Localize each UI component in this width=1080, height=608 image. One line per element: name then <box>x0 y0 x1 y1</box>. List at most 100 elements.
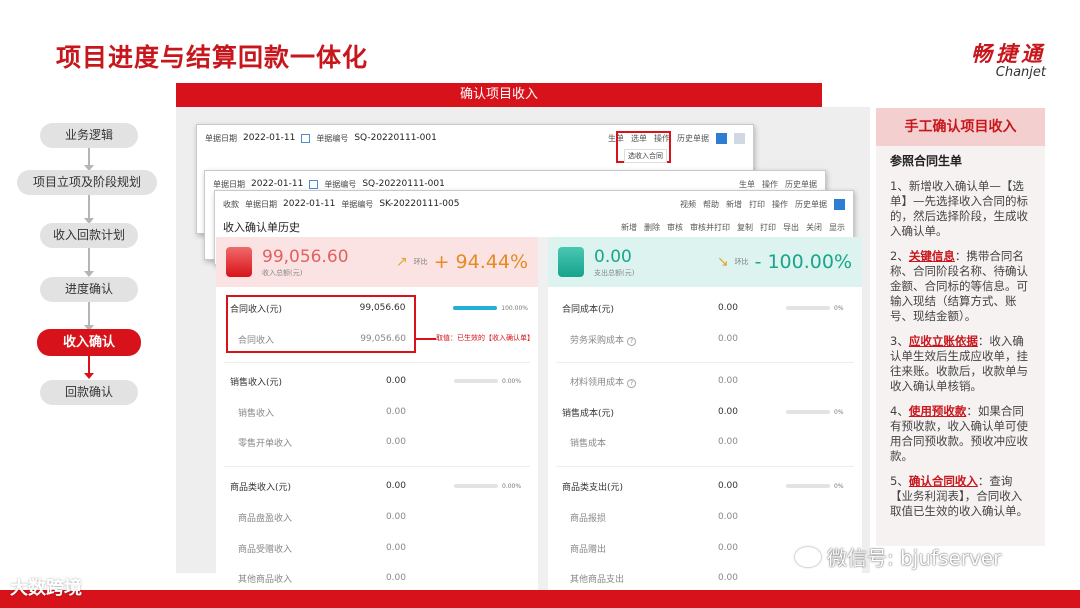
flow-step-income-confirm: 收入确认 <box>37 329 141 356</box>
metric-subrow: 商品盘盈收入 0.00 <box>230 510 528 524</box>
toolbar-print[interactable]: 打印 <box>760 222 776 233</box>
metric-subrow: 其他商品收入 0.00 <box>230 571 528 585</box>
watermark-left: 大数跨境 <box>10 578 82 599</box>
video-button[interactable]: 视频 <box>680 199 696 210</box>
toolbar-new[interactable]: 新增 <box>621 222 637 233</box>
help-icon[interactable]: ? <box>627 378 637 388</box>
grid-icon[interactable] <box>734 132 745 144</box>
metric-amount: 0.00 <box>385 481 406 491</box>
metric-subrow: 其他商品支出 0.00 <box>562 571 852 585</box>
progress-bar <box>786 410 830 414</box>
metric-amount: 0.00 <box>717 481 738 491</box>
print-button[interactable]: 打印 <box>749 199 765 210</box>
layout-icon[interactable] <box>716 132 727 144</box>
metric-amount: 0.00 <box>717 512 738 522</box>
action-button[interactable]: 操作 <box>772 199 788 210</box>
date-value[interactable]: 2022-01-11 <box>251 179 303 189</box>
progress-bar <box>453 306 498 310</box>
layout-icon[interactable] <box>834 198 845 210</box>
metric-amount: 0.00 <box>717 407 738 417</box>
trend-up-icon: ↗ <box>395 254 408 270</box>
income-database-icon <box>226 247 252 277</box>
toolbar-copy[interactable]: 复制 <box>737 222 753 233</box>
tab-receipt[interactable]: 收款 <box>223 199 239 210</box>
toolbar-delete[interactable]: 删除 <box>644 222 660 233</box>
expense-trend-value: - 100.00% <box>754 251 852 273</box>
metric-amount: 0.00 <box>717 543 738 553</box>
income-trend-value: + 94.44% <box>433 251 528 273</box>
date-value[interactable]: 2022-01-11 <box>243 133 295 143</box>
brand-logo: 畅捷通 Chanjet <box>971 38 1046 80</box>
expense-database-icon <box>558 247 584 277</box>
toolbar-export[interactable]: 导出 <box>783 222 799 233</box>
metric-amount: 0.00 <box>717 376 738 386</box>
help-button[interactable]: 帮助 <box>703 199 719 210</box>
progress-percent: 0% <box>834 408 844 416</box>
metric-amount: 0.00 <box>717 334 738 344</box>
date-label: 单据日期 <box>213 179 245 189</box>
metric-amount: 0.00 <box>385 376 406 386</box>
code-value: SK-20220111-005 <box>379 199 460 209</box>
metric-subrow: 零售开单收入 0.00 <box>230 435 528 449</box>
calendar-icon[interactable] <box>301 133 311 143</box>
metric-name: 销售成本(元) <box>562 408 615 419</box>
generate-button[interactable]: 生单 <box>739 179 755 190</box>
toolbar-audit[interactable]: 审核 <box>667 222 683 233</box>
date-label: 单据日期 <box>205 133 237 143</box>
metric-row: 销售收入(元) 0.00 0.00% <box>230 374 528 388</box>
info-keyword: 确认合同收入 <box>908 474 978 488</box>
contract-income-highlight <box>226 295 416 353</box>
help-icon[interactable]: ? <box>627 336 637 346</box>
info-step-2: 2、关键信息：携带合同名称、合同阶段名称、待确认金额、合同标的等信息。可输入现结… <box>890 249 1028 323</box>
toolbar-close[interactable]: 关闭 <box>806 222 822 233</box>
toolbar-audit-print[interactable]: 审核并打印 <box>690 222 730 233</box>
flow-step-payment-plan: 收入回款计划 <box>40 223 138 248</box>
watermark-text: 微信号: bjufserver <box>827 546 1002 570</box>
info-title: 参照合同生单 <box>890 154 963 168</box>
progress-bar <box>454 484 498 488</box>
metric-name: 商品受赠收入 <box>238 544 293 555</box>
metric-name: 销售成本 <box>570 438 607 449</box>
new-button[interactable]: 新增 <box>726 199 742 210</box>
toolbar-show[interactable]: 显示 <box>829 222 845 233</box>
info-step-5: 5、确认合同收入：查询【业务利润表】，合同收入取值已生效的收入确认单。 <box>890 474 1028 518</box>
expense-card: 0.00 支出总额(元) ↘ 环比 - 100.00% 合同成本(元) 0.00 0… <box>548 237 862 593</box>
expense-trend-label: 环比 <box>734 258 749 266</box>
date-value[interactable]: 2022-01-11 <box>283 199 335 209</box>
metric-name: 零售开单收入 <box>238 438 293 449</box>
flow-step-payment-confirm: 回款确认 <box>40 380 138 405</box>
section-divider <box>556 466 854 467</box>
calendar-icon[interactable] <box>309 179 319 189</box>
code-label: 单据编号 <box>341 199 374 209</box>
code-value: SQ-20220111-001 <box>362 179 445 189</box>
bottom-bar <box>0 590 1080 608</box>
slide-title: 项目进度与结算回款一体化 <box>56 43 369 72</box>
metric-row: 商品类收入(元) 0.00 0.00% <box>230 479 528 493</box>
flow-arrow <box>84 302 94 331</box>
metric-amount: 0.00 <box>385 407 406 417</box>
metric-subrow: 销售成本 0.00 <box>562 435 852 449</box>
history-button[interactable]: 历史单据 <box>795 199 827 210</box>
metric-subrow: 商品报损 0.00 <box>562 510 852 524</box>
metric-amount: 0.00 <box>385 543 406 553</box>
history-button[interactable]: 历史单据 <box>677 133 709 144</box>
metric-name: 材料领用成本? <box>562 375 692 388</box>
metric-subrow: 材料领用成本? 0.00 <box>562 374 852 388</box>
metric-name: 商品报损 <box>570 513 607 524</box>
section-divider <box>224 466 530 467</box>
flow-step-project-setup: 项目立项及阶段规划 <box>17 170 157 195</box>
income-total: 99,056.60 <box>262 246 349 267</box>
progress-percent: 0.00% <box>502 377 522 385</box>
metric-name: 其他商品收入 <box>238 574 293 585</box>
section-divider <box>224 362 530 363</box>
metric-row: 合同成本(元) 0.00 0% <box>562 301 852 315</box>
history-button[interactable]: 历史单据 <box>785 179 817 190</box>
income-trend-label: 环比 <box>413 258 428 266</box>
date-label: 单据日期 <box>245 199 277 209</box>
select-contract-menu-item[interactable]: 选收入合同 <box>624 149 667 163</box>
income-card: 99,056.60 收入总额(元) ↗ 环比 + 94.44% 合同收入(元) 9… <box>216 237 538 593</box>
progress-fill <box>453 306 498 310</box>
metric-amount: 0.00 <box>385 573 406 583</box>
metric-name: 销售收入(元) <box>230 377 283 388</box>
action-button[interactable]: 操作 <box>762 179 778 190</box>
